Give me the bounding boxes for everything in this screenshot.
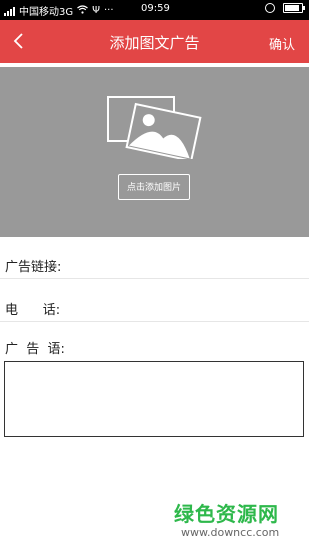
phone-label: 电 话:: [5, 303, 61, 318]
ad-link-input[interactable]: [70, 254, 304, 274]
page-title: 添加图文广告: [109, 34, 200, 52]
wifi-icon: [77, 4, 88, 17]
status-bar: 中国移动3G Ψ ··· 09:59: [0, 0, 309, 20]
ad-link-row: 广告链接:: [5, 256, 61, 275]
phone-row: 电 话:: [5, 299, 60, 318]
alarm-icon: [265, 3, 275, 13]
more-icon: ···: [104, 5, 114, 16]
divider: [0, 321, 309, 322]
slogan-label: 广 告 语:: [5, 342, 65, 357]
battery-level: [285, 5, 299, 11]
top-navigation-bar: 添加图文广告 确认: [0, 20, 309, 63]
image-upload-area[interactable]: [0, 67, 309, 237]
watermark-url: www.downcc.com: [181, 526, 280, 539]
ad-link-label: 广告链接:: [5, 260, 62, 275]
status-left: 中国移动3G Ψ ···: [4, 3, 114, 18]
usb-icon: Ψ: [92, 5, 100, 16]
watermark-logo: 绿色资源网: [174, 502, 279, 526]
add-image-button[interactable]: 点击添加图片: [118, 174, 190, 200]
carrier-label: 中国移动3G: [19, 7, 74, 18]
status-right: [265, 3, 305, 13]
battery-icon: [283, 3, 305, 13]
slogan-row: 广 告 语:: [5, 338, 65, 357]
image-placeholder-icon: [106, 95, 202, 162]
slogan-textarea[interactable]: [4, 361, 304, 437]
signal-icon: [4, 6, 15, 16]
confirm-button[interactable]: 确认: [269, 34, 295, 53]
clock: 09:59: [141, 3, 170, 14]
divider: [0, 278, 309, 279]
phone-input[interactable]: [70, 297, 304, 317]
